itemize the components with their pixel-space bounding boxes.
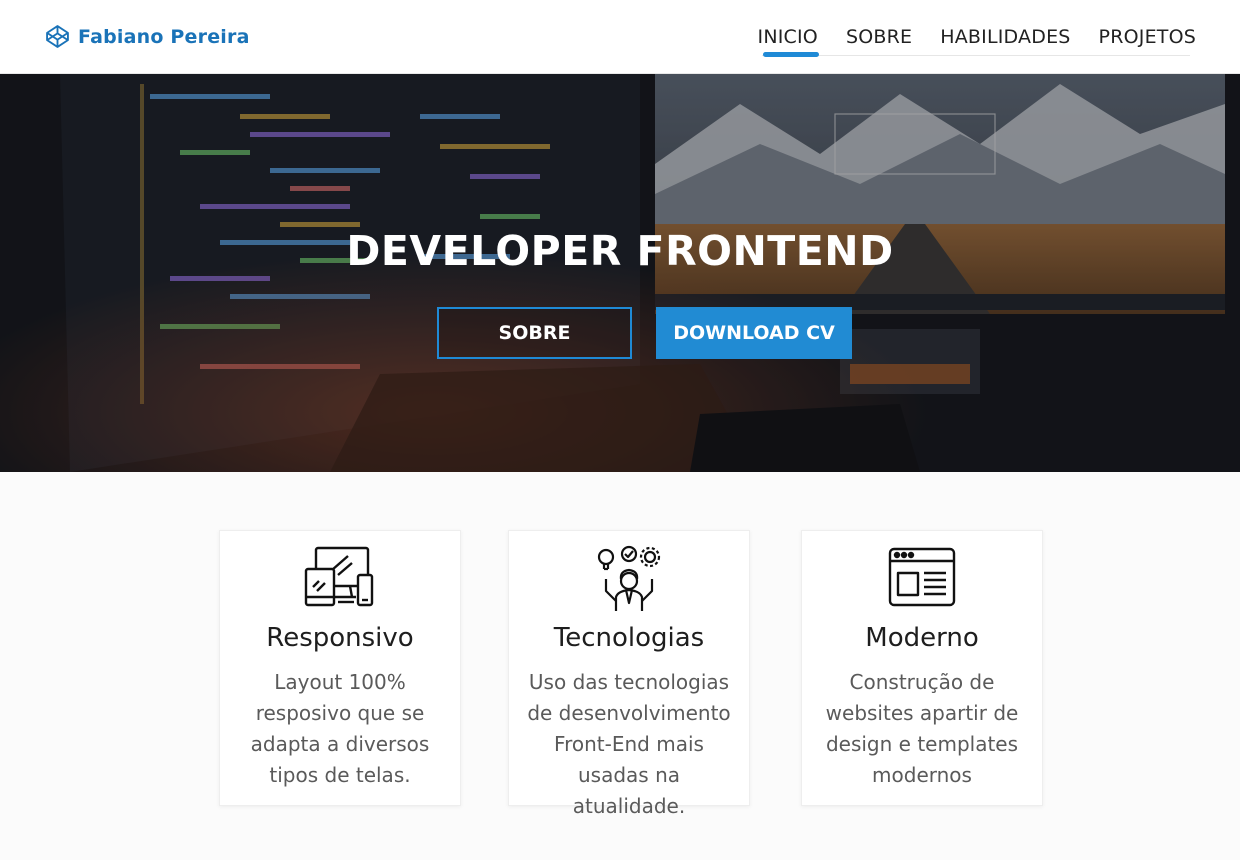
feature-card-responsivo: Responsivo Layout 100% resposivo que se …: [219, 530, 461, 806]
browser-layout-icon: [888, 547, 956, 607]
responsive-devices-icon: [304, 546, 374, 607]
nav-habilidades[interactable]: HABILIDADES: [940, 24, 1070, 50]
sobre-button[interactable]: SOBRE: [437, 307, 632, 359]
codepen-cube-icon: [46, 25, 69, 48]
nav-underline-track: [762, 55, 1190, 56]
feature-title: Responsivo: [266, 623, 414, 653]
main-nav: INICIO SOBRE HABILIDADES PROJETOS: [758, 24, 1196, 50]
download-cv-button[interactable]: DOWNLOAD CV: [656, 307, 852, 359]
feature-card-tecnologias: Tecnologias Uso das tecnologias de desen…: [508, 530, 750, 818]
hero-title: DEVELOPER FRONTEND: [346, 227, 894, 275]
nav-projetos[interactable]: PROJETOS: [1099, 24, 1196, 50]
person-ideas-gears-icon: [597, 545, 661, 611]
feature-card-moderno: Moderno Construção de websites apartir d…: [801, 530, 1043, 806]
hero-banner: DEVELOPER FRONTEND SOBRE DOWNLOAD CV: [0, 74, 1240, 472]
feature-text: Layout 100% resposivo que se adapta a di…: [250, 670, 430, 787]
feature-title: Moderno: [865, 623, 979, 653]
feature-text: Uso das tecnologias de desenvolvimento F…: [527, 670, 731, 818]
feature-title: Tecnologias: [553, 623, 705, 653]
nav-active-indicator: [763, 52, 819, 57]
feature-text: Construção de websites apartir de design…: [825, 670, 1019, 787]
nav-inicio[interactable]: INICIO: [758, 24, 818, 50]
brand-logo[interactable]: Fabiano Pereira: [45, 24, 250, 49]
brand-name: Fabiano Pereira: [78, 25, 250, 48]
nav-sobre[interactable]: SOBRE: [846, 24, 912, 50]
top-navbar: Fabiano Pereira INICIO SOBRE HABILIDADES…: [0, 0, 1240, 74]
